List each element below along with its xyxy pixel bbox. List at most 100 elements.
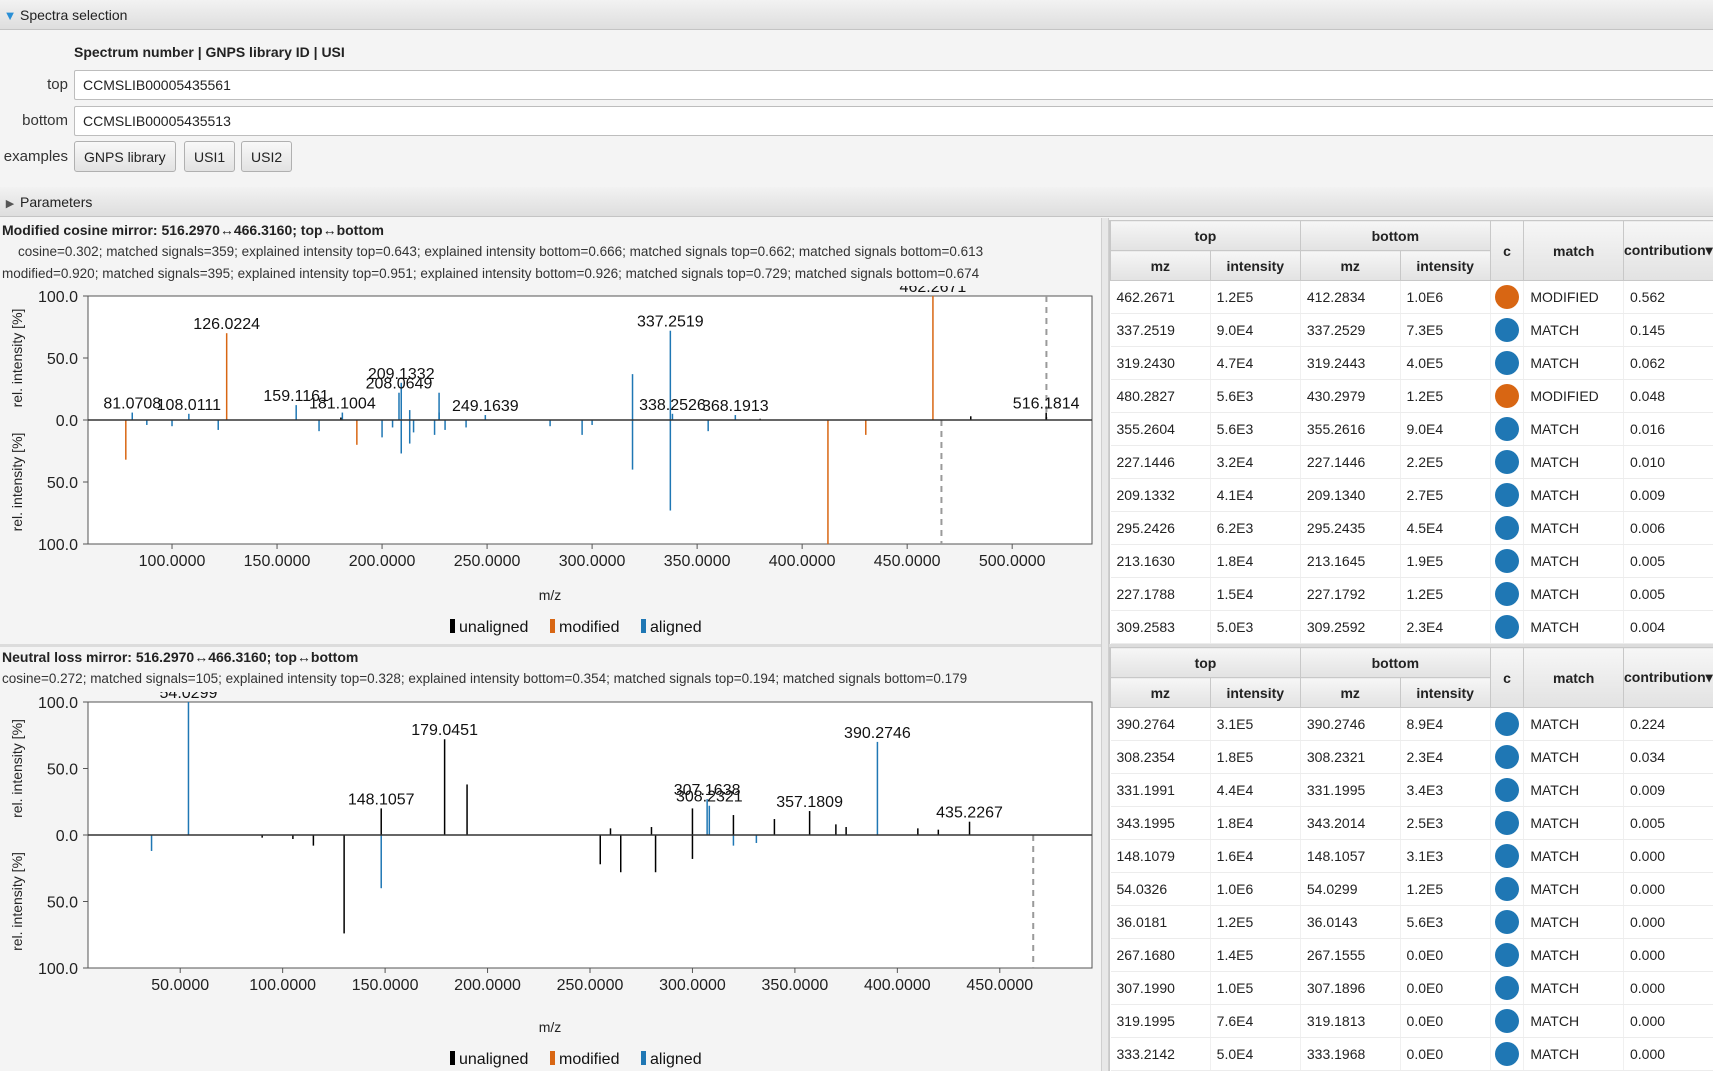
table-row[interactable]: 148.1079 1.6E4 148.1057 3.1E3 MATCH 0.000 bbox=[1110, 839, 1713, 873]
table-row[interactable]: 227.1446 3.2E4 227.1446 2.2E5 MATCH 0.010 bbox=[1110, 445, 1713, 479]
bottom-mz-cell: 36.0143 bbox=[1300, 905, 1401, 939]
contribution-cell: 0.000 bbox=[1623, 938, 1713, 972]
left-horizontal-divider[interactable] bbox=[0, 644, 1101, 647]
table-row[interactable]: 331.1991 4.4E4 331.1995 3.4E3 MATCH 0.009 bbox=[1110, 773, 1713, 807]
usi1-button[interactable]: USI1 bbox=[184, 141, 236, 172]
x-tick-label: 350.0000 bbox=[762, 977, 829, 994]
match-color-cell bbox=[1490, 313, 1525, 347]
usi2-button[interactable]: USI2 bbox=[241, 141, 293, 172]
match-color-dot bbox=[1495, 844, 1520, 868]
bottom-intensity-cell: 3.1E3 bbox=[1400, 839, 1491, 873]
chart1-title: Modified cosine mirror: 516.2970↔466.316… bbox=[2, 222, 384, 238]
table-row[interactable]: 54.0326 1.0E6 54.0299 1.2E5 MATCH 0.000 bbox=[1110, 872, 1713, 906]
match-color-dot bbox=[1495, 976, 1520, 1000]
peak-label: 181.1004 bbox=[309, 396, 376, 413]
contribution-cell: 0.000 bbox=[1623, 872, 1713, 906]
column-header-intensity[interactable]: intensity bbox=[1209, 677, 1301, 708]
table-row[interactable]: 462.2671 1.2E5 412.2834 1.0E6 MODIFIED 0.562 bbox=[1110, 280, 1713, 314]
top-intensity-cell: 1.5E4 bbox=[1210, 577, 1301, 611]
bottom-mz-cell: 295.2435 bbox=[1300, 511, 1401, 545]
column-header-c[interactable]: c bbox=[1489, 220, 1525, 281]
match-color-cell bbox=[1490, 379, 1525, 413]
column-header-mz[interactable]: mz bbox=[1299, 250, 1401, 281]
table-row[interactable]: 333.2142 5.0E4 333.1968 0.0E0 MATCH 0.000 bbox=[1110, 1037, 1713, 1071]
peak-label: 462.2671 bbox=[900, 286, 967, 296]
legend-swatch-aligned bbox=[641, 619, 646, 633]
table-row[interactable]: 209.1332 4.1E4 209.1340 2.7E5 MATCH 0.009 bbox=[1110, 478, 1713, 512]
contribution-cell: 0.034 bbox=[1623, 740, 1713, 774]
x-tick-label: 100.0000 bbox=[249, 977, 316, 994]
legend-label-aligned: aligned bbox=[650, 619, 702, 636]
modified-cosine-table[interactable]: top bottom c match contribution▾ mz intensity m… bbox=[1109, 220, 1713, 644]
vertical-split-divider[interactable] bbox=[1101, 218, 1109, 1071]
column-header-intensity[interactable]: intensity bbox=[1399, 677, 1491, 708]
collapse-triangle-icon[interactable]: ▼ bbox=[0, 1, 20, 31]
top-intensity-cell: 5.6E3 bbox=[1210, 379, 1301, 413]
modified-cosine-signal-table[interactable]: top bottom c match contribution▾ mz intensity m… bbox=[1110, 220, 1713, 644]
y-axis-label-bottom: rel. intensity [%] bbox=[9, 433, 25, 532]
table-row[interactable]: 213.1630 1.8E4 213.1645 1.9E5 MATCH 0.005 bbox=[1110, 544, 1713, 578]
contribution-cell: 0.010 bbox=[1623, 445, 1713, 479]
y-tick-label: 50.0 bbox=[47, 895, 78, 912]
chart1-stats-line2: modified=0.920; matched signals=395; exp… bbox=[2, 266, 980, 281]
column-header-intensity[interactable]: intensity bbox=[1209, 250, 1301, 281]
column-header-match[interactable]: match bbox=[1523, 220, 1624, 281]
match-color-dot bbox=[1495, 1009, 1520, 1033]
table-row[interactable]: 307.1990 1.0E5 307.1896 0.0E0 MATCH 0.000 bbox=[1110, 971, 1713, 1005]
table-row[interactable]: 227.1788 1.5E4 227.1792 1.2E5 MATCH 0.005 bbox=[1110, 577, 1713, 611]
bottom-mz-cell: 333.1968 bbox=[1300, 1037, 1401, 1071]
peak-label: 516.1814 bbox=[1013, 396, 1080, 413]
neutral-loss-signal-table[interactable]: top bottom c match contribution▾ mz intensity m… bbox=[1110, 647, 1713, 1071]
bottom-intensity-cell: 0.0E0 bbox=[1400, 1004, 1491, 1038]
expand-triangle-icon[interactable]: ▶ bbox=[0, 189, 20, 219]
spectra-selection-header[interactable]: ▼ Spectra selection bbox=[0, 0, 1713, 30]
bottom-intensity-cell: 1.2E5 bbox=[1400, 872, 1491, 906]
table-row[interactable]: 308.2354 1.8E5 308.2321 2.3E4 MATCH 0.034 bbox=[1110, 740, 1713, 774]
bottom-intensity-cell: 8.9E4 bbox=[1400, 707, 1491, 741]
table-row[interactable]: 355.2604 5.6E3 355.2616 9.0E4 MATCH 0.016 bbox=[1110, 412, 1713, 446]
table-row[interactable]: 295.2426 6.2E3 295.2435 4.5E4 MATCH 0.006 bbox=[1110, 511, 1713, 545]
match-color-cell bbox=[1490, 577, 1525, 611]
bottom-spectrum-input[interactable] bbox=[74, 106, 1713, 136]
match-color-dot bbox=[1495, 778, 1520, 802]
peak-label: 249.1639 bbox=[452, 398, 519, 415]
column-header-contribution[interactable]: contribution▾ bbox=[1622, 220, 1713, 281]
table-row[interactable]: 319.2430 4.7E4 319.2443 4.0E5 MATCH 0.062 bbox=[1110, 346, 1713, 380]
peak-label: 54.0299 bbox=[160, 692, 218, 702]
match-color-dot bbox=[1495, 318, 1520, 342]
column-header-c[interactable]: c bbox=[1489, 647, 1525, 708]
legend-label-unaligned: unaligned bbox=[459, 1051, 528, 1068]
bottom-intensity-cell: 2.5E3 bbox=[1400, 806, 1491, 840]
table-row[interactable]: 267.1680 1.4E5 267.1555 0.0E0 MATCH 0.000 bbox=[1110, 938, 1713, 972]
table-row[interactable]: 36.0181 1.2E5 36.0143 5.6E3 MATCH 0.000 bbox=[1110, 905, 1713, 939]
parameters-header[interactable]: ▶ Parameters bbox=[0, 187, 1713, 217]
column-header-intensity[interactable]: intensity bbox=[1399, 250, 1491, 281]
top-mz-cell: 337.2519 bbox=[1110, 313, 1211, 347]
table-row[interactable]: 480.2827 5.6E3 430.2979 1.2E5 MODIFIED 0.048 bbox=[1110, 379, 1713, 413]
neutral-loss-table[interactable]: top bottom c match contribution▾ mz intensity m… bbox=[1109, 647, 1713, 1071]
column-header-match[interactable]: match bbox=[1523, 647, 1624, 708]
gnps-library-button[interactable]: GNPS library bbox=[74, 141, 176, 172]
match-type-cell: MATCH bbox=[1523, 1004, 1624, 1038]
table-row[interactable]: 337.2519 9.0E4 337.2529 7.3E5 MATCH 0.145 bbox=[1110, 313, 1713, 347]
top-intensity-cell: 3.2E4 bbox=[1210, 445, 1301, 479]
table-row[interactable]: 343.1995 1.8E4 343.2014 2.5E3 MATCH 0.005 bbox=[1110, 806, 1713, 840]
column-header-contribution[interactable]: contribution▾ bbox=[1622, 647, 1713, 708]
match-color-cell bbox=[1490, 773, 1525, 807]
column-header-mz[interactable]: mz bbox=[1299, 677, 1401, 708]
top-spectrum-input[interactable] bbox=[74, 70, 1713, 100]
match-color-cell bbox=[1490, 707, 1525, 741]
match-type-cell: MATCH bbox=[1523, 740, 1624, 774]
x-tick-label: 500.0000 bbox=[979, 553, 1046, 570]
top-mz-cell: 309.2583 bbox=[1110, 610, 1211, 644]
table-row[interactable]: 390.2764 3.1E5 390.2746 8.9E4 MATCH 0.224 bbox=[1110, 707, 1713, 741]
table-row[interactable]: 319.1995 7.6E4 319.1813 0.0E0 MATCH 0.000 bbox=[1110, 1004, 1713, 1038]
match-color-dot bbox=[1495, 910, 1520, 934]
column-header-mz[interactable]: mz bbox=[1110, 250, 1211, 281]
top-intensity-cell: 5.0E4 bbox=[1210, 1037, 1301, 1071]
legend-swatch-modified bbox=[550, 1051, 555, 1065]
table-row[interactable]: 309.2583 5.0E3 309.2592 2.3E4 MATCH 0.004 bbox=[1110, 610, 1713, 644]
top-mz-cell: 343.1995 bbox=[1110, 806, 1211, 840]
column-header-mz[interactable]: mz bbox=[1110, 677, 1211, 708]
match-type-cell: MATCH bbox=[1523, 511, 1624, 545]
